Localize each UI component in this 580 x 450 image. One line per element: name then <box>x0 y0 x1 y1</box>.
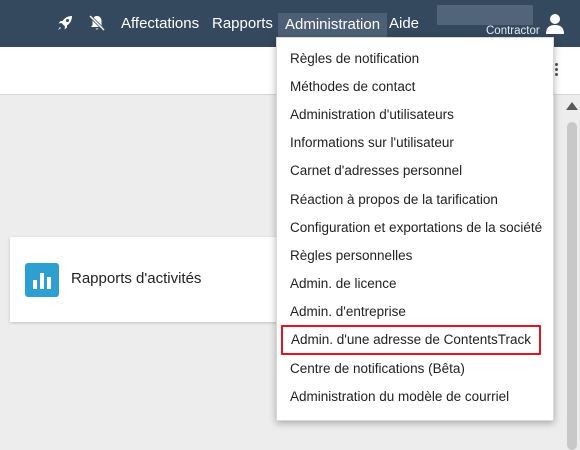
nav-administration[interactable]: Administration <box>278 13 388 37</box>
user-menu-box[interactable] <box>437 5 533 25</box>
user-icon[interactable] <box>544 12 566 36</box>
menu-item-contentstrack-address-admin[interactable]: Admin. d'une adresse de ContentsTrack <box>281 325 541 355</box>
menu-item-email-template-admin[interactable]: Administration du modèle de courriel <box>290 387 509 407</box>
card-title: Rapports d'activités <box>71 270 202 287</box>
menu-item-personal-rules[interactable]: Règles personnelles <box>290 246 412 266</box>
nav-affectations[interactable]: Affectations <box>121 0 199 47</box>
bar-chart-icon <box>25 263 59 297</box>
activity-reports-card[interactable]: Rapports d'activités <box>10 237 300 322</box>
menu-item-notification-rules[interactable]: Règles de notification <box>290 49 419 69</box>
administration-dropdown-menu: Règles de notification Méthodes de conta… <box>276 37 554 421</box>
menu-item-company-config-exports[interactable]: Configuration et exportations de la soci… <box>290 218 542 238</box>
menu-item-personal-address-book[interactable]: Carnet d'adresses personnel <box>290 161 462 181</box>
menu-item-user-information[interactable]: Informations sur l'utilisateur <box>290 133 454 153</box>
menu-item-contact-methods[interactable]: Méthodes de contact <box>290 77 415 97</box>
menu-item-notification-center-beta[interactable]: Centre de notifications (Bêta) <box>290 359 465 379</box>
menu-item-pricing-feedback[interactable]: Réaction à propos de la tarification <box>290 190 498 210</box>
scroll-up-arrow-icon[interactable] <box>566 102 578 110</box>
rocket-icon[interactable] <box>54 12 76 34</box>
nav-rapports[interactable]: Rapports <box>212 0 273 47</box>
bell-slash-icon[interactable] <box>86 12 108 34</box>
menu-item-user-administration[interactable]: Administration d'utilisateurs <box>290 105 454 125</box>
scrollbar-thumb[interactable] <box>567 122 577 450</box>
menu-item-enterprise-admin[interactable]: Admin. d'entreprise <box>290 302 406 322</box>
menu-item-license-admin[interactable]: Admin. de licence <box>290 274 397 294</box>
user-name[interactable]: Contractor <box>486 25 540 37</box>
